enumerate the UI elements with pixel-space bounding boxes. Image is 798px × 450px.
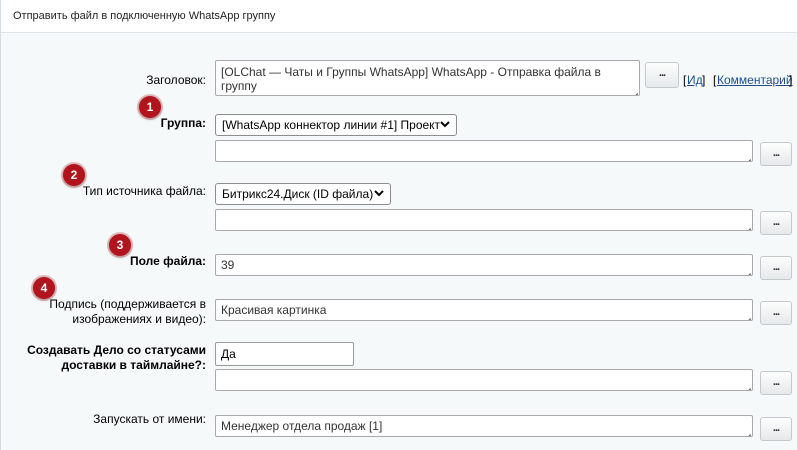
create-task-label-line1: Создавать Дело со статусами (27, 343, 206, 357)
create-task-ellipsis-button[interactable]: ... (760, 371, 792, 395)
bracket-close-2: ] (789, 73, 793, 87)
file-field-value: 39 (221, 258, 235, 272)
step-badge-2: 2 (63, 164, 85, 186)
caption-textarea[interactable]: Красивая картинка (215, 299, 753, 321)
dialog-titlebar: Отправить файл в подключенную WhatsApp г… (1, 0, 797, 33)
source-type-selected: Битрикс24.Диск (ID файла) (222, 187, 374, 201)
resize-grip-icon[interactable] (743, 152, 751, 160)
title-textarea[interactable]: [OLChat — Чаты и Группы WhatsApp] WhatsA… (215, 60, 640, 96)
caption-label: Подпись (поддерживается в изображениях и… (49, 297, 206, 327)
dialog-title: Отправить файл в подключенную WhatsApp г… (13, 10, 276, 22)
bracket-open-1: [ (683, 73, 687, 87)
comment-link[interactable]: Комментарий (717, 73, 793, 87)
group-ellipsis-button[interactable]: ... (760, 142, 792, 166)
create-task-label-line2: доставки в таймлайне?: (61, 358, 206, 372)
source-type-select[interactable]: Битрикс24.Диск (ID файла) (215, 183, 391, 205)
resize-grip-icon[interactable] (743, 427, 751, 435)
create-task-label: Создавать Дело со статусами доставки в т… (27, 343, 206, 373)
resize-grip-icon[interactable] (630, 86, 638, 94)
group-label: Группа: (160, 116, 206, 130)
caption-value: Красивая картинка (221, 303, 327, 317)
bracket-open-2: [ (713, 73, 717, 87)
group-textarea[interactable] (215, 140, 753, 162)
create-task-input[interactable]: Да (215, 342, 354, 366)
source-type-ellipsis-button[interactable]: ... (760, 211, 792, 235)
chevron-down-icon (440, 121, 450, 128)
resize-grip-icon[interactable] (743, 266, 751, 274)
caption-ellipsis-button[interactable]: ... (760, 301, 792, 325)
chevron-down-icon (374, 190, 384, 197)
id-link[interactable]: Ид (687, 73, 703, 87)
step-badge-3: 3 (109, 234, 131, 256)
file-field-textarea[interactable]: 39 (215, 254, 753, 276)
group-selected: [WhatsApp коннектор линии #1] Проект (222, 118, 441, 132)
resize-grip-icon[interactable] (743, 381, 751, 389)
create-task-textarea[interactable] (215, 369, 753, 391)
create-task-value: Да (221, 347, 236, 361)
resize-grip-icon[interactable] (743, 311, 751, 319)
bracket-close-1: ] (702, 73, 706, 87)
resize-grip-icon[interactable] (743, 221, 751, 229)
run-as-label: Запускать от имени: (93, 412, 206, 426)
file-field-label: Поле файла: (130, 254, 206, 268)
file-field-ellipsis-button[interactable]: ... (760, 256, 792, 280)
title-value: [OLChat — Чаты и Группы WhatsApp] WhatsA… (221, 65, 601, 93)
run-as-ellipsis-button[interactable]: ... (760, 417, 792, 441)
source-type-label: Тип источника файла: (82, 184, 206, 198)
run-as-value: Менеджер отдела продаж [1] (221, 419, 383, 433)
step-badge-1: 1 (139, 96, 161, 118)
caption-label-line2: изображениях и видео): (72, 312, 206, 326)
title-ellipsis-button[interactable]: ... (645, 62, 679, 88)
title-label: Заголовок: (146, 73, 206, 87)
caption-label-line1: Подпись (поддерживается в (49, 297, 206, 311)
source-type-textarea[interactable] (215, 209, 753, 231)
run-as-textarea[interactable]: Менеджер отдела продаж [1] (215, 415, 753, 437)
group-select[interactable]: [WhatsApp коннектор линии #1] Проект (215, 114, 457, 136)
step-badge-4: 4 (33, 277, 55, 299)
